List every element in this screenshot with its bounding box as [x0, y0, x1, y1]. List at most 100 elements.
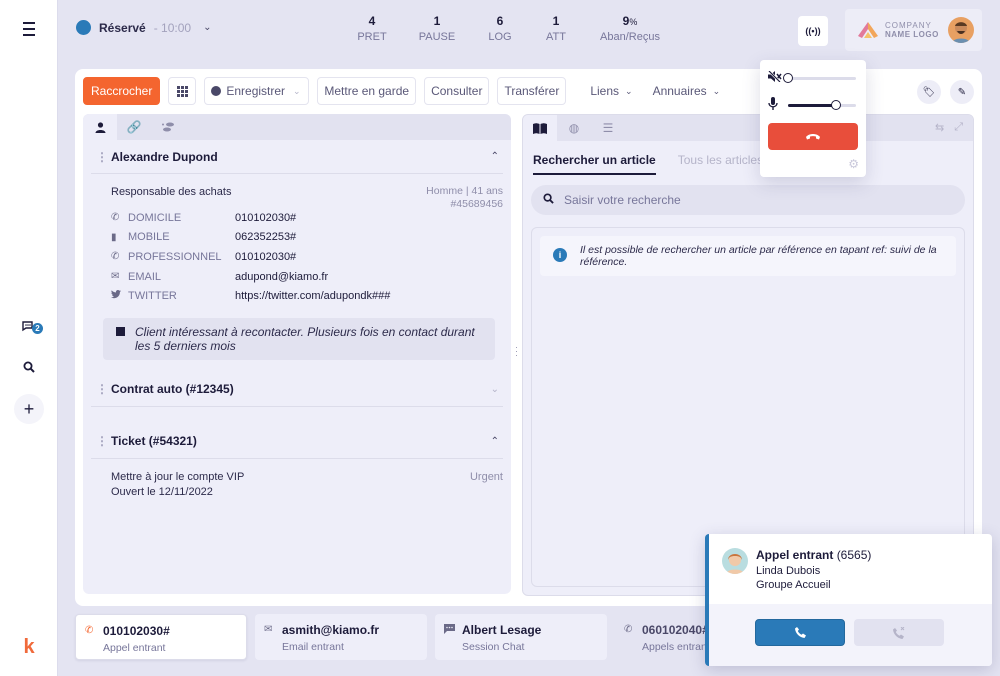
audio-controls-button[interactable]: ((•)) [798, 16, 828, 46]
hamburger-icon [23, 20, 35, 38]
add-button[interactable]: + [0, 394, 58, 424]
audio-controls-popover: ⚙ [760, 60, 866, 177]
speaker-volume-slider[interactable] [783, 72, 856, 83]
drag-handle-icon[interactable]: ⋮ [91, 382, 108, 396]
book-icon [533, 122, 547, 134]
field-value[interactable]: 062352253# [235, 231, 296, 243]
chevron-up-icon[interactable]: ⌃ [491, 436, 499, 447]
left-sidebar: 2 + k [0, 0, 58, 676]
contact-meta: Homme | 41 ans #45689456 [426, 185, 503, 211]
call-toolbar: Raccrocher Enregistrer ⌄ Mettre en garde… [83, 77, 720, 105]
panel-resize-handle[interactable]: · · · [515, 343, 518, 360]
tab-knowledge-base[interactable] [523, 115, 557, 141]
field-value[interactable]: adupond@kiamo.fr [235, 271, 328, 283]
reject-call-button[interactable] [854, 619, 944, 646]
field-key: DOMICILE [128, 211, 182, 224]
slider-knob[interactable] [783, 72, 793, 83]
stat-pause: 1 PAUSE [404, 14, 470, 43]
contact-panel-tabs: 🔗 [83, 114, 511, 140]
status-indicator [76, 20, 91, 35]
settings-gear-icon[interactable]: ⚙ [848, 157, 859, 171]
caller-name: Linda Dubois [756, 565, 821, 577]
call-type: Appel entrant [756, 548, 834, 562]
hangup-call-button[interactable] [768, 123, 858, 150]
search-button[interactable] [0, 358, 58, 376]
accept-call-button[interactable] [755, 619, 845, 646]
field-value[interactable]: 010102030# [235, 212, 296, 224]
drag-handle-icon[interactable]: ⋮ [91, 434, 108, 448]
drag-handle-icon[interactable]: ⋮ [91, 150, 108, 164]
contact-name: Alexandre Dupond [111, 149, 218, 164]
menu-button[interactable] [0, 20, 58, 38]
agent-status-dropdown[interactable]: Réservé - 10:00 ⌄ [76, 20, 211, 35]
tab-contact[interactable] [83, 114, 117, 140]
microphone-icon[interactable] [768, 97, 788, 113]
queue-stats: 4 PRET 1 PAUSE 6 LOG 1 ATT 9% Aban/Reçus [340, 14, 678, 43]
stat-unit: % [629, 17, 638, 27]
tag-icon: 🏷 [922, 86, 936, 98]
phone-icon [794, 627, 806, 638]
transfer-button[interactable]: Transférer [497, 77, 567, 105]
contract-title: Contrat auto (#12345) [111, 382, 234, 397]
stat-label: LOG [488, 31, 512, 43]
hangup-button[interactable]: Raccrocher [83, 77, 161, 105]
swap-icon[interactable]: ⇆ [935, 121, 944, 134]
contact-gender-age: Homme | 41 ans [426, 185, 503, 197]
chat-icon [444, 624, 455, 637]
phone-icon: ✆ [624, 624, 633, 635]
contract-section-header[interactable]: ⋮ Contrat auto (#12345) ⌄ [91, 373, 503, 407]
company-area: COMPANY NAME LOGO [845, 9, 982, 51]
chevron-down-icon[interactable]: ⌄ [491, 384, 499, 395]
ticket-section-header[interactable]: ⋮ Ticket (#54321) ⌃ [91, 425, 503, 459]
conversation-item[interactable]: Albert Lesage Session Chat [435, 614, 607, 660]
caller-avatar [722, 548, 748, 574]
tab-web[interactable]: ◍ [557, 115, 591, 141]
stat-label: ATT [546, 31, 566, 43]
status-time: - 10:00 [153, 20, 192, 35]
slider-fill [788, 103, 836, 107]
conversation-title: asmith@kiamo.fr [282, 623, 380, 637]
tab-scripts[interactable]: ☰ [591, 115, 625, 141]
record-dropdown[interactable]: Enregistrer ⌄ [204, 77, 310, 105]
tab-links[interactable]: 🔗 [117, 114, 151, 140]
stat-value: 6 [496, 14, 504, 28]
conversation-item[interactable]: ✆ 010102030# Appel entrant [75, 614, 247, 660]
consult-button[interactable]: Consulter [424, 77, 490, 105]
slider-knob[interactable] [830, 99, 841, 110]
conversation-list: ✆ 010102030# Appel entrant ✉ asmith@kiam… [75, 614, 787, 660]
chevron-up-icon[interactable]: ⌃ [491, 151, 499, 162]
contact-id: #45689456 [450, 198, 503, 210]
hold-button[interactable]: Mettre en garde [317, 77, 417, 105]
incoming-call-notification: Appel entrant (6565) Linda Dubois Groupe… [705, 534, 992, 666]
hangup-icon [806, 134, 820, 140]
phone-icon: ✆ [85, 625, 94, 636]
tab-all-articles[interactable]: Tous les articles [678, 153, 763, 175]
email-icon: ✉ [111, 271, 120, 283]
tag-button[interactable]: 🏷 [917, 80, 941, 104]
expand-icon[interactable]: ⤢ [954, 121, 963, 134]
links-dropdown[interactable]: Liens ⌄ [590, 84, 632, 98]
conversation-subtitle: Appel entrant [103, 642, 166, 654]
mic-volume-slider[interactable] [788, 99, 856, 110]
contact-field-mobile: ▮ MOBILE 062352253# [111, 228, 503, 248]
conversation-item[interactable]: ✉ asmith@kiamo.fr Email entrant [255, 614, 427, 660]
tab-history[interactable] [151, 114, 185, 140]
field-value[interactable]: https://twitter.com/adupondk### [235, 290, 390, 302]
edit-button[interactable]: ✎ [950, 80, 974, 104]
email-icon: ✉ [264, 624, 273, 635]
contact-details: Responsable des achats Homme | 41 ans #4… [83, 174, 511, 360]
article-search-input[interactable] [564, 193, 924, 207]
tab-search-article[interactable]: Rechercher un article [533, 153, 656, 175]
directories-dropdown[interactable]: Annuaires ⌄ [653, 84, 721, 98]
record-icon [211, 86, 222, 96]
status-label: Réservé [99, 20, 146, 35]
conversation-title: Albert Lesage [462, 623, 542, 637]
user-avatar[interactable] [948, 17, 974, 43]
field-value[interactable]: 010102030# [235, 251, 296, 263]
chat-button[interactable]: 2 [0, 318, 58, 336]
footsteps-icon [162, 122, 174, 132]
contact-section-header[interactable]: ⋮ Alexandre Dupond ⌃ [91, 140, 503, 174]
field-key: MOBILE [128, 231, 170, 244]
contact-panel: 🔗 ⋮ Alexandre Dupond ⌃ Responsable des a… [83, 114, 511, 594]
dialpad-button[interactable] [168, 77, 197, 105]
